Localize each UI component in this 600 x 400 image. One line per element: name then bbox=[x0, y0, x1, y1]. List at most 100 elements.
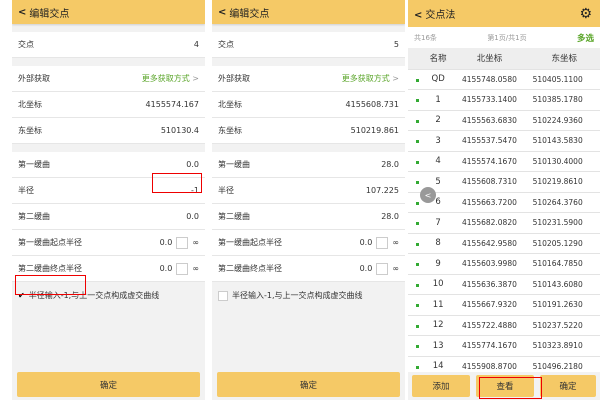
north-value: 4155682.0820 bbox=[450, 212, 529, 234]
table-row[interactable]: 13 4155774.1670 510323.8910 bbox=[408, 335, 600, 357]
start-radius-row[interactable]: 第一缓曲起点半径 0.0 ∞ bbox=[212, 230, 405, 256]
north-value: 4155667.9320 bbox=[450, 294, 529, 316]
table-row[interactable]: 9 4155603.9980 510164.7850 bbox=[408, 253, 600, 275]
table-row[interactable]: 5 4155608.7310 510219.8610 bbox=[408, 171, 600, 193]
status-dot bbox=[415, 263, 419, 267]
infinity-checkbox[interactable] bbox=[176, 262, 189, 275]
spiral1-input[interactable]: 28.0 bbox=[381, 160, 399, 169]
label: 外部获取 bbox=[18, 74, 50, 83]
east-input[interactable]: 510219.861 bbox=[351, 126, 399, 135]
external-source-row[interactable]: 外部获取 更多获取方式 > bbox=[12, 66, 205, 92]
north-row[interactable]: 北坐标 4155574.167 bbox=[12, 92, 205, 118]
status-dot bbox=[415, 119, 419, 123]
spiral2-input[interactable]: 28.0 bbox=[381, 212, 399, 221]
spiral2-row[interactable]: 第二缓曲 0.0 bbox=[12, 204, 205, 230]
multi-select-button[interactable]: 多选 bbox=[577, 32, 594, 44]
east-value: 510385.1780 bbox=[528, 89, 600, 111]
east-value: 510205.1290 bbox=[528, 233, 600, 254]
north-input[interactable]: 4155608.731 bbox=[346, 100, 399, 109]
status-dot bbox=[415, 345, 419, 349]
point-name: 11 bbox=[426, 294, 451, 316]
confirm-button[interactable]: 确定 bbox=[17, 372, 200, 397]
east-input[interactable]: 510130.4 bbox=[161, 126, 199, 135]
label: 第二缓曲 bbox=[18, 212, 50, 221]
label: 交点 bbox=[218, 40, 234, 49]
point-row: 交点 4 bbox=[12, 32, 205, 58]
east-value: 510143.6080 bbox=[528, 274, 600, 295]
north-value: 4155563.6830 bbox=[450, 110, 529, 131]
end-radius-input[interactable]: 0.0 bbox=[360, 264, 373, 273]
end-radius-input[interactable]: 0.0 bbox=[160, 264, 173, 273]
back-icon[interactable]: < bbox=[414, 10, 422, 21]
east-value: 510224.9360 bbox=[528, 110, 600, 131]
status-dot bbox=[415, 242, 419, 246]
start-radius-input[interactable]: 0.0 bbox=[160, 238, 173, 247]
status-dot bbox=[415, 99, 419, 103]
external-source-row[interactable]: 外部获取 更多获取方式 > bbox=[212, 66, 405, 92]
table-row[interactable]: 7 4155682.0820 510231.5900 bbox=[408, 212, 600, 234]
spiral1-input[interactable]: 0.0 bbox=[186, 160, 199, 169]
radius-input[interactable]: 107.225 bbox=[366, 186, 399, 195]
table-row[interactable]: 10 4155636.3870 510143.6080 bbox=[408, 274, 600, 295]
point-name: 10 bbox=[426, 274, 451, 295]
collapse-handle[interactable]: < bbox=[420, 187, 436, 203]
table-row[interactable]: 8 4155642.9580 510205.1290 bbox=[408, 233, 600, 254]
spiral2-input[interactable]: 0.0 bbox=[186, 212, 199, 221]
spiral1-row[interactable]: 第一缓曲 28.0 bbox=[212, 152, 405, 178]
east-value: 510164.7850 bbox=[528, 253, 600, 275]
virtual-curve-option[interactable]: 半径输入-1,与上一交点构成虚交曲线 bbox=[212, 282, 405, 309]
more-methods-link[interactable]: 更多获取方式 bbox=[342, 74, 390, 83]
edit-point-panel-1: < 编辑交点 交点 4 外部获取 更多获取方式 > 北坐标 4155574.167 东坐… bbox=[12, 0, 205, 400]
infinity-checkbox[interactable] bbox=[176, 236, 189, 249]
point-number: 5 bbox=[393, 40, 399, 49]
status-dot bbox=[415, 283, 419, 287]
gear-icon[interactable]: ⚙ bbox=[579, 6, 592, 22]
east-value: 510231.5900 bbox=[528, 212, 600, 234]
east-value: 510323.8910 bbox=[528, 335, 600, 357]
highlight-box bbox=[15, 275, 86, 295]
north-value: 4155748.0580 bbox=[450, 69, 529, 90]
table-row[interactable]: 6 4155663.7200 510264.3760 bbox=[408, 192, 600, 213]
table-row[interactable]: 4 4155574.1670 510130.4000 bbox=[408, 151, 600, 172]
status-dot bbox=[415, 304, 419, 308]
start-radius-row[interactable]: 第一缓曲起点半径 0.0 ∞ bbox=[12, 230, 205, 256]
infinity-checkbox[interactable] bbox=[376, 262, 389, 275]
table-row[interactable]: 3 4155537.5470 510143.5830 bbox=[408, 130, 600, 152]
point-name: 2 bbox=[426, 110, 451, 131]
back-icon[interactable]: < bbox=[218, 7, 226, 18]
page-indicator: 第1页/共1页 bbox=[487, 33, 527, 42]
table-row[interactable]: 2 4155563.6830 510224.9360 bbox=[408, 110, 600, 131]
table-row[interactable]: 11 4155667.9320 510191.2630 bbox=[408, 294, 600, 316]
end-radius-row[interactable]: 第二缓曲终点半径 0.0 ∞ bbox=[212, 256, 405, 282]
status-dot bbox=[415, 365, 419, 369]
north-input[interactable]: 4155574.167 bbox=[146, 100, 199, 109]
north-value: 4155603.9980 bbox=[450, 253, 529, 275]
more-methods-link[interactable]: 更多获取方式 bbox=[142, 74, 190, 83]
east-value: 510143.5830 bbox=[528, 130, 600, 152]
start-radius-input[interactable]: 0.0 bbox=[360, 238, 373, 247]
table-row[interactable]: QD 4155748.0580 510405.1100 bbox=[408, 69, 600, 90]
north-row[interactable]: 北坐标 4155608.731 bbox=[212, 92, 405, 118]
confirm-button[interactable]: 确定 bbox=[217, 372, 400, 397]
north-value: 4155733.1400 bbox=[450, 89, 529, 111]
north-value: 4155774.1670 bbox=[450, 335, 529, 357]
label: 第一缓曲起点半径 bbox=[18, 238, 82, 247]
confirm-button[interactable]: 确定 bbox=[540, 375, 596, 397]
checkbox[interactable] bbox=[218, 290, 228, 301]
status-dot bbox=[415, 222, 419, 226]
east-row[interactable]: 东坐标 510219.861 bbox=[212, 118, 405, 144]
spiral2-row[interactable]: 第二缓曲 28.0 bbox=[212, 204, 405, 230]
table-row[interactable]: 12 4155722.4880 510237.5220 bbox=[408, 315, 600, 336]
east-row[interactable]: 东坐标 510130.4 bbox=[12, 118, 205, 144]
status-dot bbox=[415, 181, 419, 185]
point-name: 7 bbox=[426, 212, 451, 234]
label: 半径 bbox=[18, 186, 34, 195]
radius-row[interactable]: 半径 107.225 bbox=[212, 178, 405, 204]
infinity-checkbox[interactable] bbox=[376, 236, 389, 249]
status-dot bbox=[415, 324, 419, 328]
table-row[interactable]: 1 4155733.1400 510385.1780 bbox=[408, 89, 600, 111]
point-name: 12 bbox=[426, 315, 451, 336]
add-button[interactable]: 添加 bbox=[412, 375, 470, 397]
label: 第二缓曲 bbox=[218, 212, 250, 221]
back-icon[interactable]: < bbox=[18, 7, 26, 18]
